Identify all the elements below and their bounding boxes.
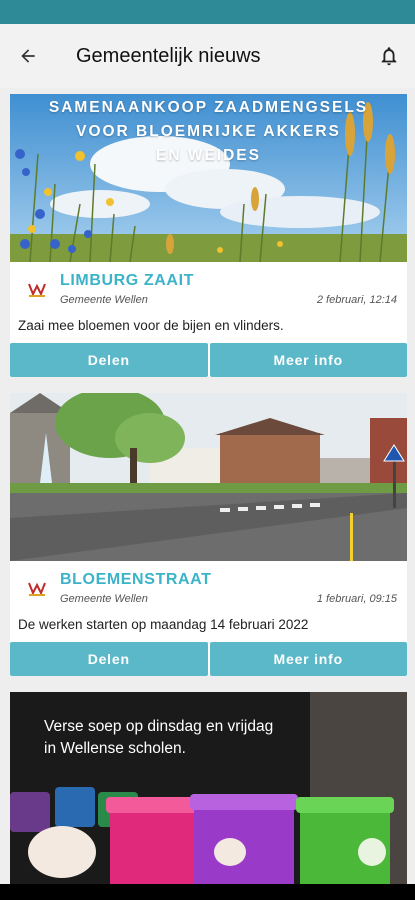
bell-icon xyxy=(381,47,397,66)
news-actions: Delen Meer info xyxy=(10,343,407,377)
news-image[interactable]: Verse soep op dinsdag en vrijdag in Well… xyxy=(10,692,407,892)
share-button[interactable]: Delen xyxy=(10,343,208,377)
more-info-button[interactable]: Meer info xyxy=(209,642,407,676)
notifications-button[interactable] xyxy=(363,24,415,88)
street-photo xyxy=(10,393,407,561)
news-title[interactable]: LIMBURG ZAAIT xyxy=(60,272,194,290)
news-date: 2 februari, 12:14 xyxy=(316,294,397,306)
status-bar xyxy=(0,0,415,24)
news-image[interactable] xyxy=(10,393,407,561)
wellen-logo-icon xyxy=(28,582,46,596)
wellen-logo-icon xyxy=(28,283,46,297)
news-source: Gemeente Wellen xyxy=(60,593,148,605)
more-info-button[interactable]: Meer info xyxy=(209,343,407,377)
news-description: De werken starten op maandag 14 februari… xyxy=(18,617,309,632)
news-date: 1 februari, 09:15 xyxy=(316,593,397,605)
page-title: Gemeentelijk nieuws xyxy=(76,44,261,67)
news-card: Verse soep op dinsdag en vrijdag in Well… xyxy=(10,692,407,892)
news-description: Zaai mee bloemen voor de bijen en vlinde… xyxy=(18,318,284,333)
news-meta: LIMBURG ZAAIT Gemeente Wellen 2 februari… xyxy=(10,262,407,312)
news-actions: Delen Meer info xyxy=(10,642,407,676)
image-caption: Verse soep op dinsdag en vrijdag in Well… xyxy=(44,718,274,757)
image-caption: SAMENAANKOOP ZAADMENGSELS VOOR BLOEMRIJK… xyxy=(48,99,369,164)
news-card: SAMENAANKOOP ZAADMENGSELS VOOR BLOEMRIJK… xyxy=(10,94,407,377)
news-card: BLOEMENSTRAAT Gemeente Wellen 1 februari… xyxy=(10,393,407,676)
news-source: Gemeente Wellen xyxy=(60,294,148,306)
news-meta: BLOEMENSTRAAT Gemeente Wellen 1 februari… xyxy=(10,561,407,611)
news-title[interactable]: BLOEMENSTRAAT xyxy=(60,571,212,589)
news-image[interactable]: SAMENAANKOOP ZAADMENGSELS VOOR BLOEMRIJK… xyxy=(10,94,407,262)
back-button[interactable] xyxy=(0,24,56,88)
system-navigation-bar xyxy=(0,884,415,900)
app-bar: Gemeentelijk nieuws xyxy=(0,24,415,88)
arrow-left-icon xyxy=(21,49,35,63)
news-feed: SAMENAANKOOP ZAADMENGSELS VOOR BLOEMRIJK… xyxy=(10,94,407,900)
share-button[interactable]: Delen xyxy=(10,642,208,676)
